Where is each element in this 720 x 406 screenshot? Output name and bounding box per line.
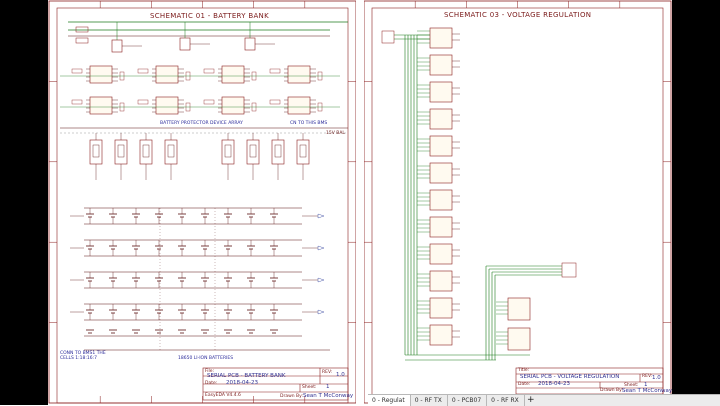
protection-fuse xyxy=(271,139,285,165)
bms-ic xyxy=(89,65,113,84)
protector-array-label: BATTERY PROTECTOR DEVICE ARRAY xyxy=(160,121,243,126)
left-tb-date-value: 2018-04-23 xyxy=(226,380,258,386)
right-tb-rev-value: 1.0 xyxy=(652,375,661,381)
regulator-ic xyxy=(429,216,453,238)
regulator-ic xyxy=(429,297,453,319)
regulator-ic xyxy=(429,81,453,103)
fuse-element xyxy=(249,144,257,158)
regulator-ic xyxy=(429,243,453,265)
left-tb-drawn-label: Drawn By: xyxy=(280,394,303,399)
tab-pcb07[interactable]: 0 - PCB07 xyxy=(448,395,488,406)
right-tb-drawn-label: Drawn By: xyxy=(600,388,623,393)
bms-ic xyxy=(221,65,245,84)
left-tb-date-label: Date: xyxy=(205,381,218,386)
sheet-tab-bar: 0 - Regulat 0 - RF TX 0 - PCB07 0 - RF R… xyxy=(368,394,720,406)
net-flag xyxy=(317,213,325,219)
resistor xyxy=(203,68,215,74)
right-tb-rev-label: REV: xyxy=(642,374,653,379)
regulator-ic xyxy=(429,324,453,346)
resistor xyxy=(137,68,149,74)
left-tb-rev-value: 1.0 xyxy=(336,372,345,378)
input-connector xyxy=(381,30,395,44)
resistor xyxy=(137,99,149,105)
protection-fuse xyxy=(139,139,153,165)
regulator-ic xyxy=(429,27,453,49)
sheet-divider xyxy=(356,0,364,405)
resistor xyxy=(75,26,89,33)
net-flag xyxy=(317,309,325,315)
tab-rf-rx[interactable]: 0 - RF RX xyxy=(487,395,525,406)
left-tb-drawn-value: Sean T McConway xyxy=(303,393,354,399)
resistor xyxy=(269,99,281,105)
regulator-ic xyxy=(507,327,531,351)
resistor xyxy=(71,68,83,74)
left-tb-rev-label: REV: xyxy=(322,370,333,375)
bms-ic xyxy=(287,96,311,115)
regulator-ic xyxy=(429,162,453,184)
tab-label: 0 - Regulat xyxy=(372,397,405,404)
left-tb-file-value: SERIAL PCB - BATTERY BANK xyxy=(207,373,286,379)
protection-fuse xyxy=(246,139,260,165)
protection-fuse xyxy=(296,139,310,165)
regulator-ic xyxy=(429,108,453,130)
tab-label: 0 - RF TX xyxy=(414,397,442,404)
resistor xyxy=(269,68,281,74)
right-margin xyxy=(672,0,720,405)
voltage-regulation-schematic[interactable] xyxy=(381,27,577,361)
bank-bus-label: 15V BAL xyxy=(326,131,345,136)
resistor xyxy=(75,37,89,44)
regulator-ic xyxy=(429,270,453,292)
regulator-ic xyxy=(429,135,453,157)
left-sheet-frame xyxy=(48,0,357,404)
tab-label: 0 - PCB07 xyxy=(451,397,482,404)
right-tb-file-value: SERIAL PCB - VOLTAGE REGULATION xyxy=(520,374,620,380)
bms-ic xyxy=(287,65,311,84)
fuse-element xyxy=(117,144,125,158)
protector-ic xyxy=(111,39,123,53)
bms-bus-label: CN TO THIS BMS xyxy=(290,121,328,126)
fuse-element xyxy=(167,144,175,158)
left-tb-sheet-value: 1 xyxy=(326,384,330,390)
bms-ic xyxy=(221,96,245,115)
regulator-ic xyxy=(507,297,531,321)
fuse-element xyxy=(92,144,100,158)
bms-ic xyxy=(89,96,113,115)
battery-bank-schematic[interactable] xyxy=(60,21,348,351)
regulator-ic xyxy=(429,54,453,76)
right-tb-date-label: Date: xyxy=(518,382,531,387)
tab-label: 0 - RF RX xyxy=(491,397,519,404)
cells-caption: 18650 LI-ION BATTERIES xyxy=(178,356,234,361)
protection-fuse xyxy=(221,139,235,165)
schematic-canvas[interactable] xyxy=(0,0,720,405)
regulator-ic xyxy=(429,189,453,211)
output-connector xyxy=(561,262,577,278)
protection-fuse xyxy=(114,139,128,165)
bms-ic xyxy=(155,96,179,115)
left-margin xyxy=(0,0,48,405)
protector-ic xyxy=(179,37,191,51)
add-sheet-button[interactable]: + xyxy=(525,395,537,406)
fuse-element xyxy=(274,144,282,158)
left-tb-tool: EasyEDA V4.4.6 xyxy=(205,393,241,398)
left-tb-sheet-label: Sheet: xyxy=(302,385,317,390)
right-sheet-title: SCHEMATIC 03 - VOLTAGE REGULATION xyxy=(444,11,592,19)
resistor xyxy=(71,99,83,105)
tab-regulation[interactable]: 0 - Regulat xyxy=(368,395,411,406)
protection-fuse xyxy=(164,139,178,165)
conn-label: CONN TO BMS1 THE CELLS 1:18:16:7 xyxy=(60,351,106,361)
protector-ic xyxy=(244,37,256,51)
resistor xyxy=(203,99,215,105)
net-flag xyxy=(317,277,325,283)
fuse-element xyxy=(224,144,232,158)
left-sheet-title: SCHEMATIC 01 - BATTERY BANK xyxy=(150,12,269,20)
fuse-element xyxy=(299,144,307,158)
tab-rf-tx[interactable]: 0 - RF TX xyxy=(411,395,448,406)
right-tb-date-value: 2018-04-23 xyxy=(538,381,570,387)
bms-ic xyxy=(155,65,179,84)
fuse-element xyxy=(142,144,150,158)
protection-fuse xyxy=(89,139,103,165)
right-tb-file-label: Title: xyxy=(518,368,530,373)
net-flag xyxy=(317,245,325,251)
